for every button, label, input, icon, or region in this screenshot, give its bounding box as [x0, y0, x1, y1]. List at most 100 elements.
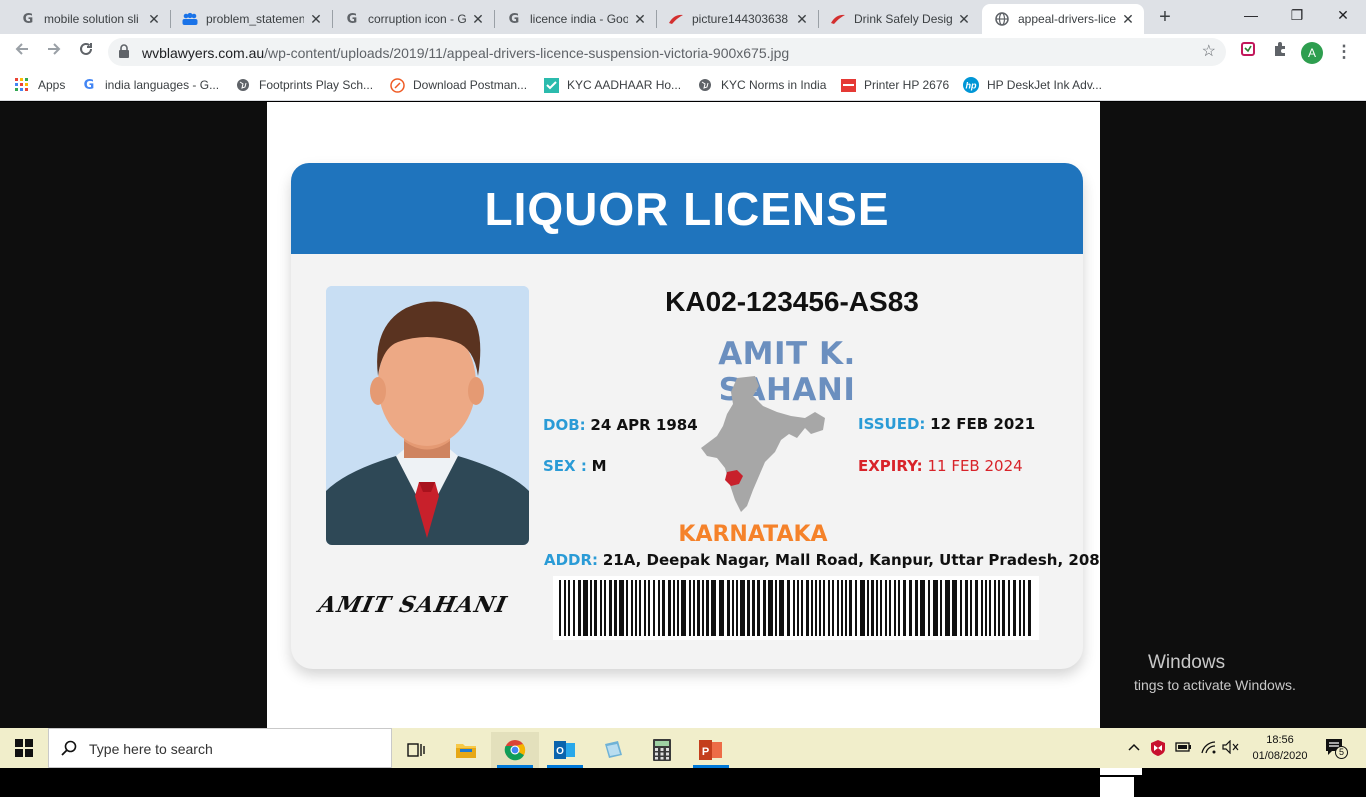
close-icon[interactable]: ✕	[956, 11, 972, 27]
watermark-cover	[1100, 777, 1134, 797]
powerpoint-button[interactable]: P	[687, 732, 735, 768]
google-g-icon: G	[83, 77, 95, 93]
url-path: /wp-content/uploads/2019/11/appeal-drive…	[264, 45, 790, 61]
page-viewport: LIQUOR LICENSE KA02-123456-AS83 AMIT K. …	[0, 102, 1366, 797]
bookmark-footprints[interactable]: Footprints Play Sch...	[235, 76, 373, 94]
clock-date: 01/08/2020	[1252, 750, 1308, 762]
sex-label: SEX :	[543, 457, 587, 475]
new-tab-button[interactable]: +	[1154, 6, 1176, 28]
calculator-button[interactable]	[638, 732, 686, 768]
issued-field: ISSUED: 12 FEB 2021	[858, 415, 1035, 433]
file-explorer-button[interactable]	[442, 732, 490, 768]
globe-icon	[697, 77, 713, 93]
tab-problem-statement[interactable]: problem_statemen ✕	[170, 4, 332, 34]
calculator-icon	[653, 739, 671, 761]
notifications-button[interactable]: 5	[1324, 737, 1348, 760]
bookmark-label: india languages - G...	[105, 78, 220, 92]
close-icon[interactable]: ✕	[632, 11, 648, 27]
printer-icon	[840, 77, 856, 93]
task-view-icon	[407, 743, 425, 757]
bookmark-printer-hp[interactable]: Printer HP 2676	[840, 76, 949, 94]
svg-text:P: P	[702, 746, 709, 758]
svg-text:O: O	[556, 746, 564, 757]
dob-field: DOB: 24 APR 1984	[543, 416, 698, 434]
mcafee-icon[interactable]	[1150, 740, 1166, 759]
powerpoint-icon: P	[699, 740, 722, 760]
profile-avatar[interactable]: A	[1298, 38, 1326, 66]
bookmark-hp-deskjet[interactable]: hp HP DeskJet Ink Adv...	[963, 76, 1102, 94]
extensions-button[interactable]	[1266, 38, 1294, 66]
system-clock[interactable]: 18:56 01/08/2020	[1248, 732, 1312, 764]
tab-drink-safely[interactable]: Drink Safely Desig ✕	[818, 4, 980, 34]
taskbar-search-box[interactable]: Type here to search	[48, 728, 392, 768]
tab-title: picture144303638	[692, 12, 789, 26]
license-image[interactable]: LIQUOR LICENSE KA02-123456-AS83 AMIT K. …	[267, 102, 1100, 728]
postman-icon	[389, 77, 405, 93]
forward-button[interactable]	[40, 38, 68, 66]
close-icon[interactable]: ✕	[470, 11, 486, 27]
close-icon[interactable]: ✕	[1120, 11, 1136, 27]
google-g-icon: G	[22, 11, 34, 27]
expiry-value: 11 FEB 2024	[927, 457, 1023, 475]
globe-icon	[994, 11, 1010, 27]
maximize-button[interactable]: ❐	[1274, 0, 1320, 30]
start-button[interactable]	[0, 728, 48, 768]
extension-button[interactable]	[1234, 38, 1262, 66]
dob-value: 24 APR 1984	[590, 416, 698, 434]
back-arrow-icon	[15, 43, 28, 55]
tab-appeal-drivers-active[interactable]: appeal-drivers-lice ✕	[982, 4, 1144, 34]
sex-value: M	[591, 457, 607, 475]
lock-icon[interactable]	[118, 44, 130, 61]
bookmark-postman[interactable]: Download Postman...	[389, 76, 527, 94]
holder-signature: AMIT SAHANI	[316, 592, 510, 618]
people-icon	[182, 11, 198, 27]
task-view-button[interactable]	[392, 732, 440, 768]
close-icon[interactable]: ✕	[308, 11, 324, 27]
folder-icon	[456, 744, 476, 758]
notification-count-badge: 5	[1335, 746, 1348, 759]
notes-app-button[interactable]	[589, 732, 637, 768]
chrome-icon	[504, 740, 526, 761]
bookmark-star-icon[interactable]: ☆	[1202, 41, 1216, 61]
back-button[interactable]	[8, 38, 36, 66]
battery-icon[interactable]	[1174, 740, 1192, 757]
close-icon[interactable]: ✕	[146, 11, 162, 27]
issued-label: ISSUED:	[858, 415, 926, 433]
card-title: LIQUOR LICENSE	[484, 182, 890, 235]
tab-strip: G mobile solution sli ✕ problem_statemen…	[0, 0, 1366, 34]
svg-text:hp: hp	[966, 81, 977, 91]
tab-title: Drink Safely Desig	[854, 12, 952, 26]
avatar: A	[1301, 42, 1323, 64]
close-window-button[interactable]: ✕	[1320, 0, 1366, 30]
reload-button[interactable]	[72, 38, 100, 66]
outlook-icon: O	[554, 741, 575, 759]
tab-licence-india[interactable]: G licence india - Goo ✕	[494, 4, 656, 34]
chevron-up-icon[interactable]	[1128, 738, 1140, 754]
close-icon[interactable]: ✕	[794, 11, 810, 27]
extension-box-icon	[1241, 42, 1255, 56]
bookmark-label: KYC Norms in India	[721, 78, 827, 92]
bookmark-kyc-aadhaar[interactable]: KYC AADHAAR Ho...	[543, 76, 681, 94]
address-bar[interactable]: wvblawyers.com.au/wp-content/uploads/201…	[108, 38, 1226, 66]
tab-corruption-icon[interactable]: G corruption icon - G ✕	[332, 4, 494, 34]
tab-title: corruption icon - G	[368, 12, 466, 26]
speaker-muted-icon[interactable]	[1222, 739, 1240, 757]
bookmark-kyc-norms[interactable]: KYC Norms in India	[697, 76, 826, 94]
activate-windows-title: Windows	[1148, 652, 1226, 673]
expiry-label: EXPIRY:	[858, 457, 923, 475]
brush-icon	[830, 11, 846, 27]
tab-picture[interactable]: picture144303638 ✕	[656, 4, 818, 34]
tab-mobile-solution[interactable]: G mobile solution sli ✕	[8, 4, 170, 34]
wifi-icon[interactable]	[1200, 740, 1216, 757]
outlook-button[interactable]: O	[541, 732, 589, 768]
bookmark-label: KYC AADHAAR Ho...	[567, 78, 682, 92]
tab-title: problem_statemen	[206, 12, 304, 26]
bookmark-india-languages[interactable]: G india languages - G...	[81, 76, 219, 94]
minimize-button[interactable]: —	[1228, 0, 1274, 30]
expiry-field: EXPIRY: 11 FEB 2024	[858, 457, 1023, 475]
chrome-button[interactable]	[491, 732, 539, 768]
bookmark-apps[interactable]: Apps	[14, 76, 65, 94]
holder-photo	[326, 286, 529, 545]
menu-button[interactable]: ⋮	[1330, 38, 1358, 66]
notes-icon	[605, 741, 622, 758]
